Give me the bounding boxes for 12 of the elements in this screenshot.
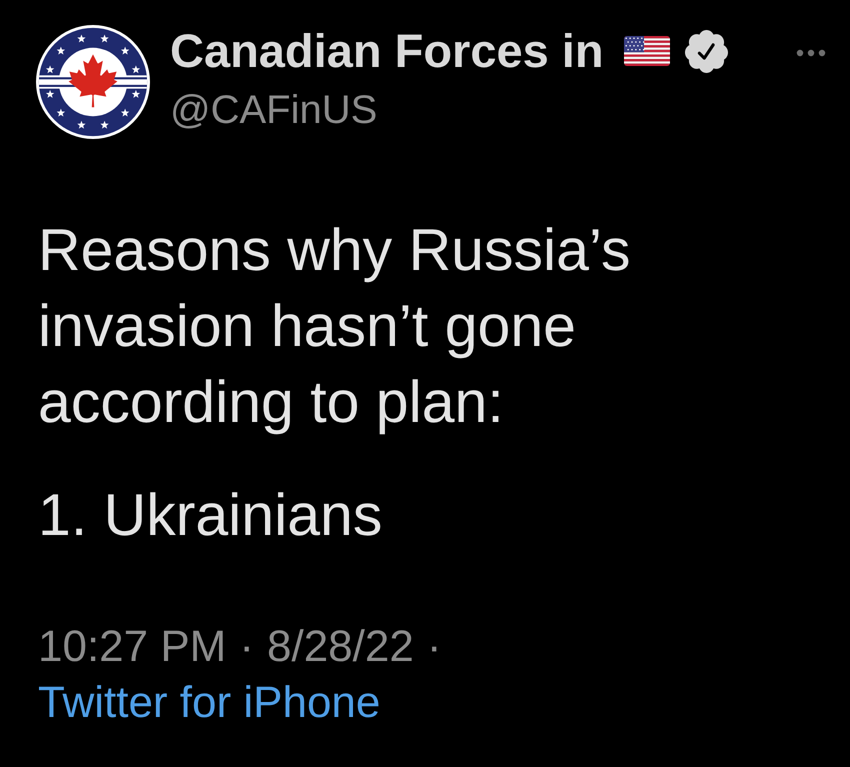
author-name[interactable]: Canadian Forces in bbox=[170, 25, 604, 77]
us-flag-icon bbox=[624, 36, 670, 66]
author-handle[interactable]: @CAFinUS bbox=[170, 87, 378, 133]
tweet-text: 1. Ukrainians bbox=[38, 481, 384, 550]
more-icon[interactable] bbox=[796, 49, 826, 57]
time-text: 10:27 PM bbox=[38, 621, 226, 673]
separator-dot: · bbox=[239, 621, 254, 673]
maple-leaf-roundel-icon[interactable] bbox=[36, 25, 150, 139]
date-text: 8/28/22 bbox=[267, 621, 414, 673]
separator-dot: · bbox=[426, 621, 442, 673]
source-link[interactable]: Twitter for iPhone bbox=[38, 675, 380, 731]
tweet-text: Reasons why Russia’s invasion hasn’t gone according to plan: bbox=[38, 216, 632, 437]
